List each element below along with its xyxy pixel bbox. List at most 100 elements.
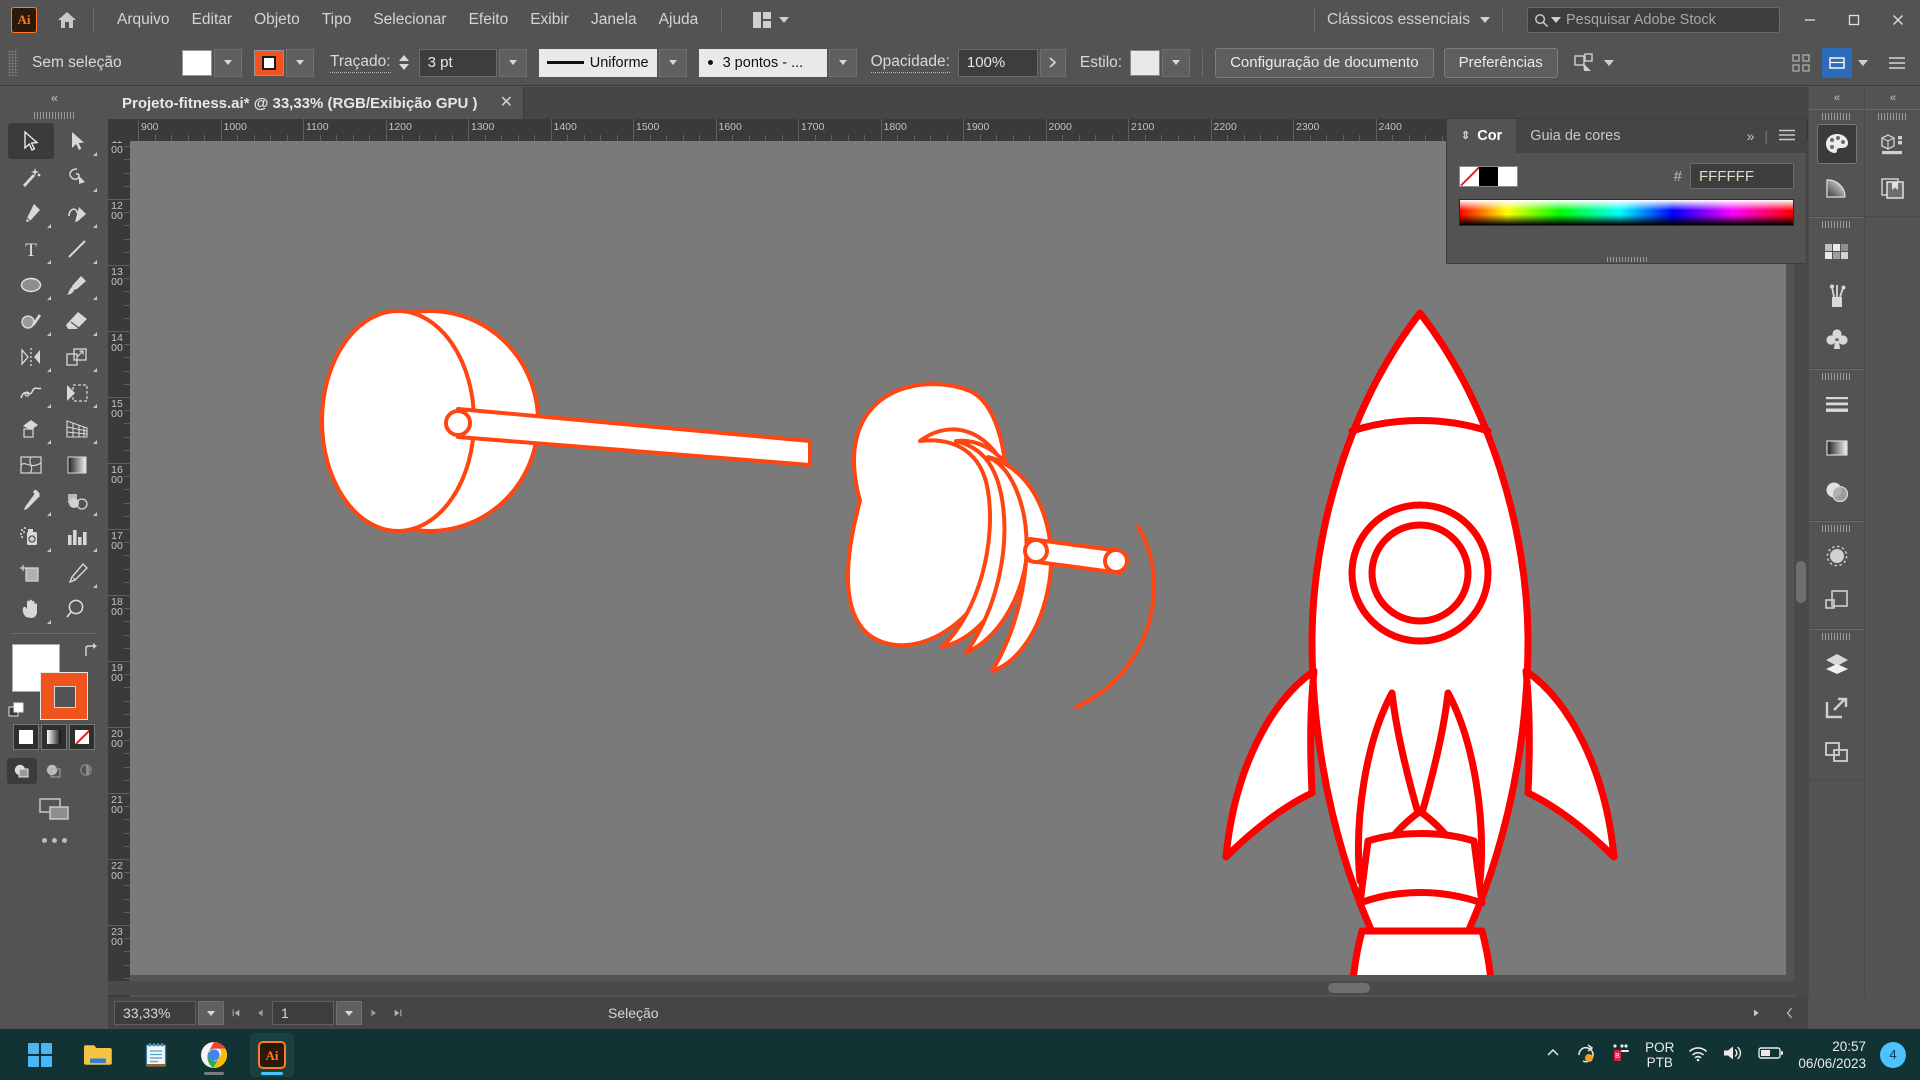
- page-number-input[interactable]: 1: [272, 1001, 334, 1025]
- menu-item-ajuda[interactable]: Ajuda: [648, 5, 710, 35]
- menu-item-editar[interactable]: Editar: [181, 5, 244, 35]
- default-fill-stroke-icon[interactable]: [8, 702, 26, 720]
- color-panel-resize-grip[interactable]: [1447, 254, 1806, 262]
- dock-collapse-button-1[interactable]: ‹‹: [1809, 87, 1864, 109]
- change-screen-mode-button[interactable]: [0, 794, 108, 824]
- opacity-input[interactable]: 100%: [957, 48, 1038, 77]
- dock-group-grip[interactable]: [1809, 522, 1864, 534]
- panel-menu-button[interactable]: [1882, 48, 1912, 78]
- graphic-styles-panel-icon[interactable]: [1809, 578, 1864, 622]
- home-icon[interactable]: [53, 7, 81, 33]
- minimize-button[interactable]: [1788, 0, 1832, 40]
- menu-item-selecionar[interactable]: Selecionar: [362, 5, 457, 35]
- wifi-icon[interactable]: [1688, 1044, 1708, 1065]
- artboards-panel-icon[interactable]: [1809, 730, 1864, 774]
- appearance-panel-icon[interactable]: [1809, 534, 1864, 578]
- notepad-icon[interactable]: [134, 1033, 178, 1077]
- swap-fill-stroke-icon[interactable]: [82, 642, 100, 665]
- fill-color-dropdown[interactable]: [214, 48, 242, 77]
- eraser-tool[interactable]: [54, 303, 100, 339]
- slice-tool[interactable]: [54, 555, 100, 591]
- arrange-documents-button[interactable]: [744, 7, 797, 33]
- collapse-double-arrow-icon[interactable]: »: [1747, 128, 1755, 144]
- free-transform-tool[interactable]: [54, 375, 100, 411]
- eyedropper-tool[interactable]: [8, 483, 54, 519]
- column-graph-tool[interactable]: [54, 519, 100, 555]
- swatches-panel-icon[interactable]: [1809, 230, 1864, 274]
- gradient-panel-icon[interactable]: [1809, 426, 1864, 470]
- language-indicator[interactable]: POR PTB: [1645, 1040, 1674, 1070]
- gradient-mode-icon[interactable]: [41, 724, 67, 750]
- scale-tool[interactable]: [54, 339, 100, 375]
- menu-item-janela[interactable]: Janela: [580, 5, 648, 35]
- dock-group-grip[interactable]: [1809, 110, 1864, 122]
- grid-options-button[interactable]: [1786, 48, 1816, 78]
- illustrator-icon[interactable]: Ai: [250, 1032, 294, 1077]
- graphic-style-dropdown[interactable]: [1162, 48, 1191, 77]
- last-page-button[interactable]: [386, 1001, 410, 1025]
- black-swatch[interactable]: [1479, 166, 1498, 186]
- properties-panel-icon[interactable]: [1865, 122, 1920, 166]
- brush-definition-dropdown[interactable]: [828, 48, 857, 77]
- artboard-tool[interactable]: [8, 555, 54, 591]
- symbol-sprayer-tool[interactable]: [8, 519, 54, 555]
- blend-tool[interactable]: [54, 483, 100, 519]
- menu-item-tipo[interactable]: Tipo: [311, 5, 363, 35]
- chevron-down-icon[interactable]: [1603, 59, 1614, 66]
- none-mode-icon[interactable]: [69, 724, 95, 750]
- stroke-panel-icon[interactable]: [1809, 382, 1864, 426]
- ellipse-tool[interactable]: [8, 267, 54, 303]
- vertical-ruler[interactable]: 1100 1200 1300 1400 1500 1600 1700 1800 1900 2000…: [108, 141, 130, 997]
- page-number-dropdown[interactable]: [336, 1001, 362, 1025]
- draw-behind-icon[interactable]: [39, 758, 69, 784]
- direct-selection-tool[interactable]: [54, 123, 100, 159]
- color-spectrum-bar[interactable]: [1459, 199, 1794, 226]
- rotate-tool[interactable]: [8, 339, 54, 375]
- none-swatch[interactable]: [1460, 166, 1479, 186]
- status-expand-button[interactable]: [1778, 1001, 1802, 1025]
- symbols-panel-icon[interactable]: [1809, 318, 1864, 362]
- dock-group-grip[interactable]: [1809, 218, 1864, 230]
- menu-item-efeito[interactable]: Efeito: [458, 5, 520, 35]
- pen-tool[interactable]: [8, 195, 54, 231]
- preferences-button[interactable]: Preferências: [1443, 47, 1558, 78]
- brushes-panel-icon[interactable]: [1809, 274, 1864, 318]
- close-button[interactable]: [1876, 0, 1920, 40]
- workspace-switcher-label[interactable]: Clássicos essenciais: [1327, 11, 1470, 29]
- paintbrush-tool[interactable]: [54, 267, 100, 303]
- width-tool[interactable]: [8, 375, 54, 411]
- tray-app-icon[interactable]: B: [1611, 1043, 1631, 1066]
- zoom-level-input[interactable]: 33,33%: [114, 1001, 196, 1025]
- line-segment-tool[interactable]: [54, 231, 100, 267]
- menu-item-objeto[interactable]: Objeto: [243, 5, 311, 35]
- artboard[interactable]: [130, 141, 1786, 975]
- color-panel[interactable]: ⇕ Cor Guia de cores » | # FFFFFF: [1446, 118, 1807, 264]
- volume-icon[interactable]: [1722, 1044, 1744, 1065]
- transparency-panel-icon[interactable]: [1809, 470, 1864, 514]
- stroke-weight-input[interactable]: 3 pt: [418, 48, 497, 77]
- file-explorer-icon[interactable]: [76, 1033, 120, 1077]
- white-swatch[interactable]: [1498, 166, 1517, 186]
- menu-item-exibir[interactable]: Exibir: [519, 5, 580, 35]
- stock-search-input[interactable]: Pesquisar Adobe Stock: [1527, 7, 1780, 33]
- draw-normal-icon[interactable]: [7, 758, 37, 784]
- color-panel-icon[interactable]: [1816, 124, 1857, 164]
- shape-builder-tool[interactable]: [8, 411, 54, 447]
- opacity-label[interactable]: Opacidade:: [870, 53, 950, 73]
- first-page-button[interactable]: [224, 1001, 248, 1025]
- tab-cor[interactable]: ⇕ Cor: [1447, 119, 1517, 153]
- stroke-color-dropdown[interactable]: [286, 48, 314, 77]
- menu-item-arquivo[interactable]: Arquivo: [106, 5, 181, 35]
- document-setup-button[interactable]: Configuração de documento: [1215, 47, 1434, 78]
- dock-collapse-button-2[interactable]: ‹‹: [1865, 87, 1920, 109]
- align-to-selection-button[interactable]: [1570, 48, 1600, 78]
- previous-page-button[interactable]: [248, 1001, 272, 1025]
- draw-inside-icon[interactable]: [71, 758, 101, 784]
- status-text[interactable]: Seleção: [600, 1001, 667, 1025]
- maximize-button[interactable]: [1832, 0, 1876, 40]
- onedrive-sync-icon[interactable]: [1575, 1043, 1597, 1066]
- gradient-tool[interactable]: [54, 447, 100, 483]
- color-mode-icon[interactable]: [13, 724, 39, 750]
- color-guide-icon[interactable]: [1809, 166, 1864, 210]
- brush-definition-select[interactable]: 3 pontos - ...: [698, 48, 827, 77]
